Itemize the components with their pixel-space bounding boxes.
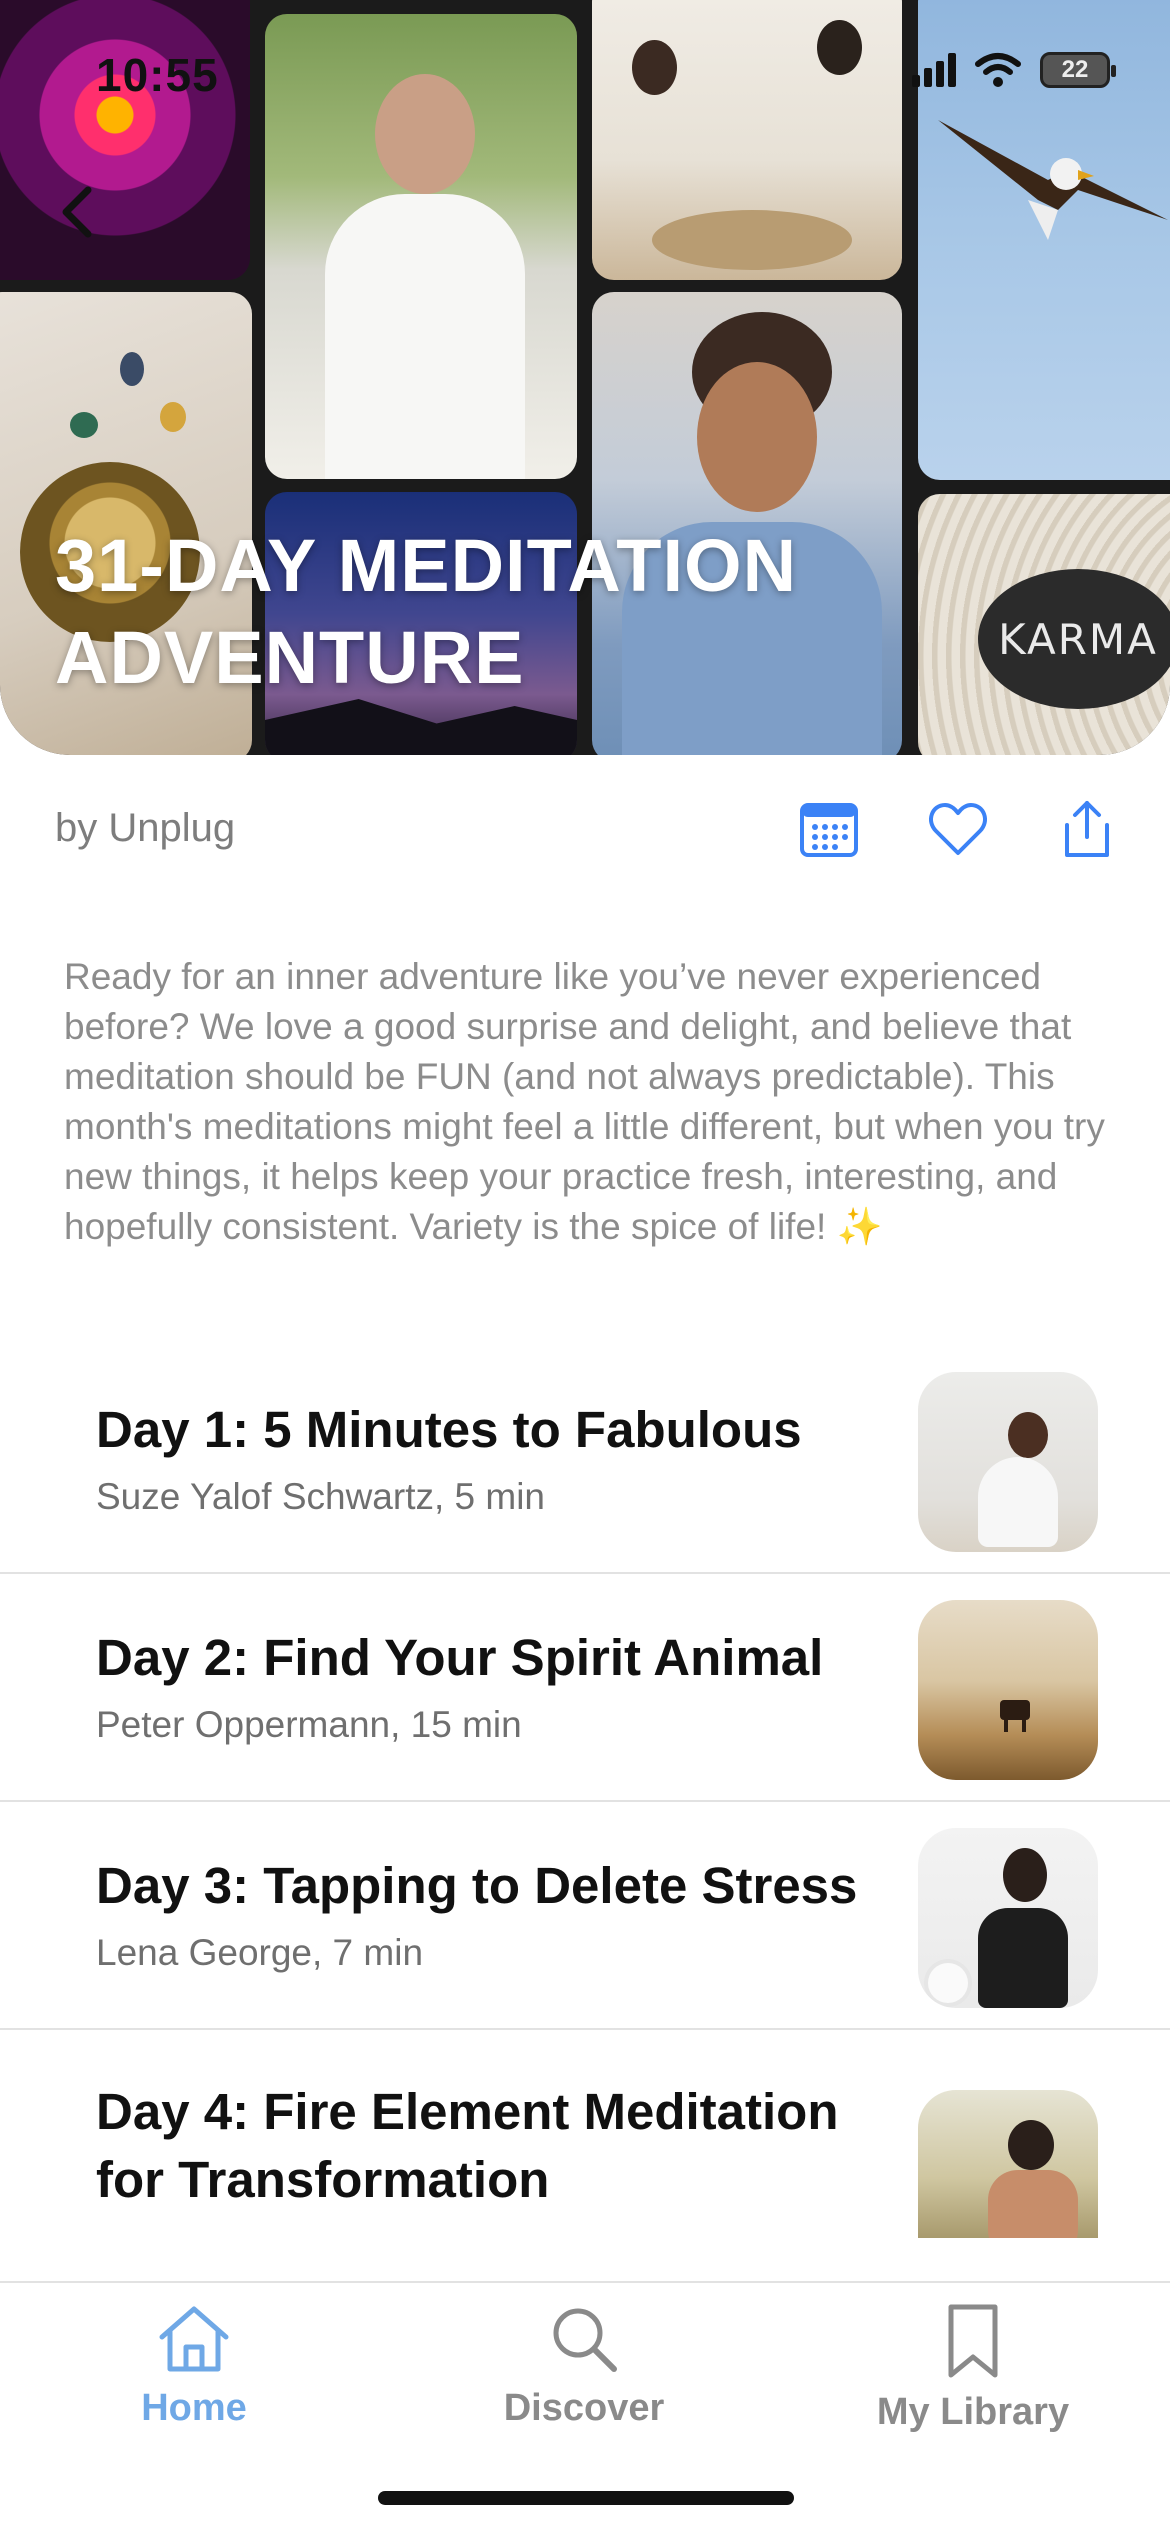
hero-banner: KARMA 10:55 22 31-DAY MEDITATION ADVENTU…: [0, 0, 1170, 755]
back-button[interactable]: [50, 182, 110, 242]
author-label: by Unplug: [55, 806, 236, 850]
mandala-image: [0, 0, 250, 280]
episode-title: Day 1: 5 Minutes to Fabulous: [96, 1401, 802, 1458]
program-description: Ready for an inner adventure like you’ve…: [64, 956, 1105, 1247]
couple-yoga-image: [592, 0, 902, 280]
share-icon: [1065, 801, 1109, 857]
episode-subtitle: Suze Yalof Schwartz, 5 min: [96, 1476, 546, 1517]
calendar-icon: [800, 803, 858, 857]
calendar-button[interactable]: [796, 796, 862, 862]
episode-title: Day 3: Tapping to Delete Stress: [96, 1857, 858, 1914]
episode-row-day-2[interactable]: Day 2: Find Your Spirit Animal Peter Opp…: [0, 1574, 1170, 1802]
episode-title-line1: Day 4: Fire Element Meditation: [96, 2083, 839, 2140]
episode-thumbnail: [918, 1372, 1098, 1552]
episode-title-line2: for Transformation: [96, 2151, 550, 2208]
episode-subtitle: Peter Oppermann, 15 min: [96, 1704, 522, 1745]
tab-my-library[interactable]: My Library: [843, 2303, 1103, 2473]
share-button[interactable]: [1054, 796, 1120, 862]
episode-row-day-3[interactable]: Day 3: Tapping to Delete Stress Lena Geo…: [0, 1802, 1170, 2030]
program-title-line1: 31-DAY MEDITATION: [55, 524, 798, 607]
meditating-woman-image: [265, 14, 577, 479]
home-indicator[interactable]: [378, 2491, 794, 2505]
program-title: 31-DAY MEDITATION ADVENTURE: [55, 520, 797, 704]
battery-icon: 22: [1040, 52, 1116, 88]
tab-discover-label: Discover: [503, 2387, 665, 2429]
favorite-button[interactable]: [925, 796, 991, 862]
episode-subtitle: Lena George, 7 min: [96, 1932, 424, 1973]
karma-stone-image: KARMA: [918, 494, 1170, 755]
signal-icon: [912, 53, 956, 87]
episode-thumbnail: [918, 2090, 1098, 2238]
wifi-icon: [975, 53, 1021, 87]
tab-discover[interactable]: Discover: [454, 2303, 714, 2473]
bookmark-icon: [948, 2304, 998, 2378]
episode-row-day-1[interactable]: Day 1: 5 Minutes to Fabulous Suze Yalof …: [0, 1348, 1170, 1574]
tab-home[interactable]: Home: [64, 2303, 324, 2473]
episode-thumbnail: [918, 1600, 1098, 1780]
karma-stone-text: KARMA: [978, 569, 1170, 709]
episode-title: Day 4: Fire Element Meditation for Trans…: [96, 2078, 896, 2214]
episode-thumbnail: [918, 1828, 1098, 2008]
episode-row-day-4[interactable]: Day 4: Fire Element Meditation for Trans…: [0, 2030, 1170, 2284]
heart-icon: [929, 803, 987, 855]
tab-home-label: Home: [141, 2387, 247, 2429]
home-icon: [159, 2306, 229, 2372]
program-title-line2: ADVENTURE: [55, 616, 525, 699]
status-time: 10:55: [96, 49, 219, 101]
episode-title: Day 2: Find Your Spirit Animal: [96, 1629, 824, 1686]
search-icon: [553, 2308, 617, 2372]
status-icons: 22: [912, 52, 1116, 88]
tab-my-library-label: My Library: [876, 2391, 1070, 2433]
chevron-left-icon: [62, 186, 92, 238]
